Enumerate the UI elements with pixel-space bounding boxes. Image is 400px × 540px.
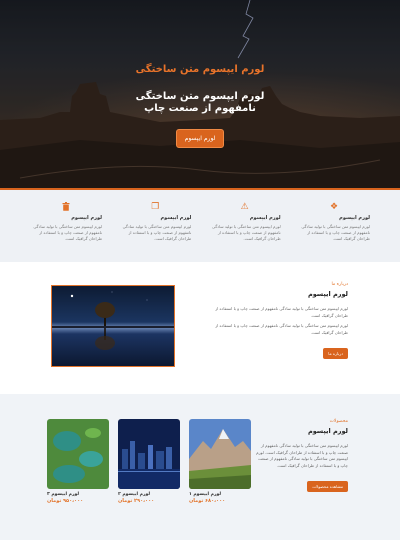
warning-icon: ⚠ — [240, 202, 249, 212]
product-name: لورم ایپسوم ۳ — [47, 492, 80, 497]
about-image — [51, 285, 175, 367]
feature-item: ⚠ لورم ایپسوم لورم ایپسوم متن ساختگی با … — [209, 202, 281, 262]
hero-button[interactable]: لورم ایپسوم — [175, 129, 225, 148]
products-kicker: محصولات — [329, 419, 348, 424]
hero-content: لورم ایپسوم متن ساختگی لورم ایپسوم متن س… — [0, 64, 400, 148]
about-kicker: درباره ما — [331, 282, 348, 287]
trash-icon — [30, 202, 102, 212]
products-text: محصولات لورم ایپسوم لورم ایپسوم متن ساخت… — [253, 419, 348, 492]
about-title: لورم ایپسوم — [307, 290, 348, 298]
feature-item: ❖ لورم ایپسوم لورم ایپسوم متن ساختگی با … — [298, 202, 370, 262]
mountain-image — [189, 419, 251, 489]
feature-title: لورم ایپسوم — [160, 215, 192, 221]
products-title: لورم ایپسوم — [307, 427, 348, 435]
feature-text: لورم ایپسوم متن ساختگی با تولید سادگی نا… — [211, 224, 281, 241]
product-image — [47, 419, 109, 489]
products-section: محصولات لورم ایپسوم لورم ایپسوم متن ساخت… — [0, 394, 400, 540]
feature-title: لورم ایپسوم — [339, 215, 370, 221]
about-paragraph: لورم ایپسوم متن ساختگی با تولید سادگی نا… — [215, 323, 348, 335]
features-section: ❖ لورم ایپسوم لورم ایپسوم متن ساختگی با … — [0, 190, 400, 262]
product-name: لورم ایپسوم ۱ — [189, 492, 222, 497]
hero-title: لورم ایپسوم متن ساختگی — [135, 64, 265, 75]
feature-text: لورم ایپسوم متن ساختگی با تولید سادگی نا… — [122, 224, 192, 241]
trash-icon-glyph — [62, 202, 70, 211]
product-card[interactable]: لورم ایپسوم ۱ ۶۸۰،۰۰۰ تومان — [189, 419, 251, 504]
about-text: درباره ما لورم ایپسوم لورم ایپسوم متن سا… — [208, 282, 348, 359]
hero-section: لورم ایپسوم متن ساختگی لورم ایپسوم متن س… — [0, 0, 400, 190]
products-paragraph: لورم ایپسوم متن ساختگی با تولید سادگی نا… — [256, 443, 348, 468]
products-button[interactable]: مشاهده محصولات — [307, 481, 348, 492]
product-name: لورم ایپسوم ۲ — [118, 492, 151, 497]
product-image — [118, 419, 180, 489]
green-lagoon-image — [47, 419, 109, 489]
feature-item: لورم ایپسوم لورم ایپسوم متن ساختگی با تو… — [30, 202, 102, 262]
product-price: ۹۵۰،۰۰۰ تومان — [47, 498, 84, 504]
about-paragraph: لورم ایپسوم متن ساختگی با تولید سادگی نا… — [215, 306, 348, 318]
feature-text: لورم ایپسوم متن ساختگی با تولید سادگی نا… — [33, 224, 103, 241]
about-section: درباره ما لورم ایپسوم لورم ایپسوم متن سا… — [0, 262, 400, 394]
feature-title: لورم ایپسوم — [71, 215, 103, 221]
about-button[interactable]: درباره ما — [323, 348, 348, 359]
product-price: ۶۸۰،۰۰۰ تومان — [189, 498, 226, 504]
feature-item: ❐ لورم ایپسوم لورم ایپسوم متن ساختگی با … — [119, 202, 192, 262]
copy-icon: ❐ — [151, 202, 160, 212]
product-image — [189, 419, 251, 489]
hero-bottom-border — [0, 188, 400, 190]
tree-reflection-image — [52, 291, 174, 350]
city-night-image — [118, 419, 180, 489]
diamond-icon: ❖ — [329, 202, 339, 212]
feature-text: لورم ایپسوم متن ساختگی با تولید سادگی نا… — [301, 224, 370, 241]
product-card[interactable]: لورم ایپسوم ۳ ۹۵۰،۰۰۰ تومان — [47, 419, 109, 504]
feature-title: لورم ایپسوم — [249, 215, 281, 221]
hero-subtitle: لورم ایپسوم متن ساختگی نامفهوم از صنعت چ… — [135, 91, 265, 114]
product-card[interactable]: لورم ایپسوم ۲ ۲۹۰،۰۰۰ تومان — [118, 419, 180, 504]
product-price: ۲۹۰،۰۰۰ تومان — [118, 498, 155, 504]
